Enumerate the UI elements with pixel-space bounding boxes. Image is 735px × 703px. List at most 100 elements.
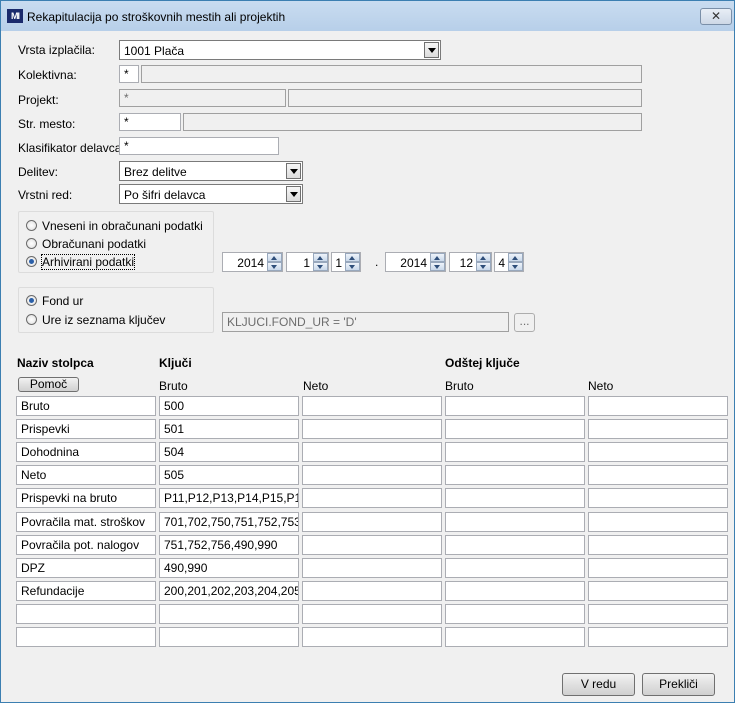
klasifikator-input[interactable]: * (119, 137, 279, 155)
spin-up-icon[interactable] (430, 253, 445, 262)
radio-dot-selected[interactable] (26, 295, 37, 306)
row-bruto-input[interactable]: 504 (159, 442, 299, 462)
row-odstej-neto-input[interactable] (588, 604, 728, 624)
browse-button[interactable]: ... (514, 313, 535, 332)
row-odstej-bruto-input[interactable] (445, 604, 585, 624)
row-odstej-bruto-input[interactable] (445, 512, 585, 532)
radio-dot-selected[interactable] (26, 256, 37, 267)
row-bruto-input[interactable]: 501 (159, 419, 299, 439)
row-neto-input[interactable] (302, 627, 442, 647)
radio-dot[interactable] (26, 314, 37, 325)
row-name-input[interactable] (16, 604, 156, 624)
spin-down-icon[interactable] (345, 262, 360, 271)
row-neto-input[interactable] (302, 419, 442, 439)
row-name-input[interactable]: DPZ (16, 558, 156, 578)
row-name-input[interactable] (16, 627, 156, 647)
radio-dot[interactable] (26, 238, 37, 249)
row-name-input[interactable]: Neto (16, 465, 156, 485)
row-bruto-input[interactable]: 505 (159, 465, 299, 485)
spin-down-icon[interactable] (476, 262, 491, 271)
row-bruto-input[interactable] (159, 604, 299, 624)
row-odstej-bruto-input[interactable] (445, 396, 585, 416)
row-odstej-neto-input[interactable] (588, 512, 728, 532)
close-icon: ✕ (710, 9, 722, 23)
strmesto-name-field (183, 113, 642, 131)
row-neto-input[interactable] (302, 535, 442, 555)
row-neto-input[interactable] (302, 604, 442, 624)
to-day-value: 4 (498, 256, 505, 270)
row-neto-input[interactable] (302, 488, 442, 508)
row-odstej-bruto-input[interactable] (445, 465, 585, 485)
to-month-spinner[interactable]: 12 (449, 252, 492, 272)
hours-group: Fond ur Ure iz seznama ključev (18, 287, 214, 333)
row-bruto-input[interactable]: 200,201,202,203,204,205,2 (159, 581, 299, 601)
row-name-input[interactable]: Prispevki (16, 419, 156, 439)
row-odstej-neto-input[interactable] (588, 535, 728, 555)
row-odstej-neto-input[interactable] (588, 488, 728, 508)
row-odstej-bruto-input[interactable] (445, 488, 585, 508)
row-odstej-neto-input[interactable] (588, 627, 728, 647)
vrstni-select[interactable]: Po šifri delavca (119, 184, 303, 204)
row-odstej-neto-input[interactable] (588, 581, 728, 601)
row-name-input[interactable]: Bruto (16, 396, 156, 416)
row-odstej-bruto-input[interactable] (445, 627, 585, 647)
spin-down-icon[interactable] (313, 262, 328, 271)
row-odstej-bruto-input[interactable] (445, 558, 585, 578)
row-bruto-input[interactable]: 500 (159, 396, 299, 416)
delitev-select[interactable]: Brez delitve (119, 161, 303, 181)
ok-button[interactable]: V redu (562, 673, 635, 696)
radio-dot[interactable] (26, 220, 37, 231)
row-bruto-input[interactable]: 701,702,750,751,752,753,7 (159, 512, 299, 532)
row-bruto-input[interactable] (159, 627, 299, 647)
to-year-spinner[interactable]: 2014 (385, 252, 446, 272)
row-name-input[interactable]: Povračila mat. stroškov (16, 512, 156, 532)
help-button[interactable]: Pomoč (18, 377, 79, 392)
radio-label: Fond ur (42, 294, 84, 308)
row-odstej-neto-input[interactable] (588, 396, 728, 416)
row-odstej-bruto-input[interactable] (445, 535, 585, 555)
row-neto-input[interactable] (302, 442, 442, 462)
title-bar: MI Rekapitulacija po stroškovnih mestih … (1, 1, 734, 31)
row-neto-input[interactable] (302, 558, 442, 578)
spin-up-icon[interactable] (267, 253, 282, 262)
row-odstej-bruto-input[interactable] (445, 442, 585, 462)
spin-up-icon[interactable] (313, 253, 328, 262)
vrsta-select[interactable]: 1001 Plača (119, 40, 441, 60)
cancel-button[interactable]: Prekliči (642, 673, 715, 696)
spin-up-icon[interactable] (476, 253, 491, 262)
row-neto-input[interactable] (302, 396, 442, 416)
chevron-down-icon[interactable] (286, 163, 301, 179)
row-neto-input[interactable] (302, 581, 442, 601)
row-neto-input[interactable] (302, 465, 442, 485)
chevron-down-icon[interactable] (286, 186, 301, 202)
kolektivna-input[interactable]: * (119, 65, 139, 83)
row-name-input[interactable]: Prispevki na bruto (16, 488, 156, 508)
row-bruto-input[interactable]: 751,752,756,490,990 (159, 535, 299, 555)
row-neto-input[interactable] (302, 512, 442, 532)
spin-up-icon[interactable] (508, 253, 523, 262)
close-button[interactable]: ✕ (700, 8, 732, 25)
row-odstej-neto-input[interactable] (588, 558, 728, 578)
row-odstej-bruto-input[interactable] (445, 581, 585, 601)
from-day-spinner[interactable]: 1 (331, 252, 361, 272)
from-year-spinner[interactable]: 2014 (222, 252, 283, 272)
to-day-spinner[interactable]: 4 (494, 252, 524, 272)
chevron-down-icon[interactable] (424, 42, 439, 58)
row-odstej-bruto-input[interactable] (445, 419, 585, 439)
row-bruto-input[interactable]: 490,990 (159, 558, 299, 578)
spin-down-icon[interactable] (430, 262, 445, 271)
spin-up-icon[interactable] (345, 253, 360, 262)
from-month-value: 1 (303, 256, 310, 270)
row-odstej-neto-input[interactable] (588, 465, 728, 485)
row-name-input[interactable]: Povračila pot. nalogov (16, 535, 156, 555)
row-bruto-input[interactable]: P11,P12,P13,P14,P15,P16, (159, 488, 299, 508)
spin-down-icon[interactable] (267, 262, 282, 271)
row-odstej-neto-input[interactable] (588, 419, 728, 439)
row-name-input[interactable]: Refundacije (16, 581, 156, 601)
row-odstej-neto-input[interactable] (588, 442, 728, 462)
spin-down-icon[interactable] (508, 262, 523, 271)
from-month-spinner[interactable]: 1 (286, 252, 329, 272)
from-year-value: 2014 (237, 256, 264, 270)
row-name-input[interactable]: Dohodnina (16, 442, 156, 462)
strmesto-input[interactable]: * (119, 113, 181, 131)
